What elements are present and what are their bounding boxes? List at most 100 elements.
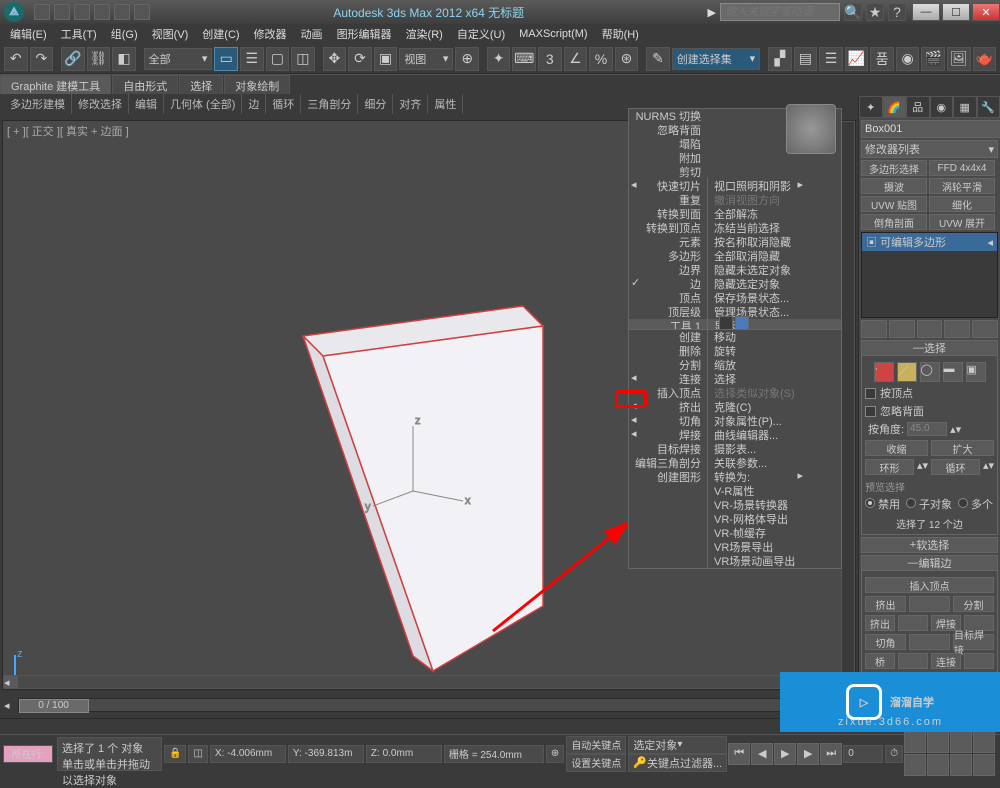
fov-icon[interactable] bbox=[973, 754, 995, 776]
maxscript-line-button[interactable]: 所在行: bbox=[3, 745, 53, 763]
stack-btn[interactable] bbox=[861, 320, 887, 338]
layers-icon[interactable]: ☰ bbox=[819, 47, 843, 71]
preset-btn[interactable]: 细化 bbox=[929, 196, 995, 212]
pan-icon[interactable] bbox=[904, 754, 926, 776]
align-icon[interactable]: ▤ bbox=[794, 47, 818, 71]
y-coord[interactable]: Y: -369.813m bbox=[288, 745, 364, 763]
modifier-list-dropdown[interactable]: 修改器列表▾ bbox=[861, 140, 998, 158]
pivot-icon[interactable]: ⊕ bbox=[455, 47, 479, 71]
time-config-icon[interactable]: ⏱ bbox=[885, 745, 903, 763]
play-icon[interactable]: ▶ bbox=[774, 743, 796, 765]
preset-btn[interactable]: 倒角剖面 bbox=[861, 214, 927, 230]
qat-btn[interactable] bbox=[134, 4, 150, 20]
bind-icon[interactable]: ◧ bbox=[112, 47, 136, 71]
checkbox-by-vertex[interactable] bbox=[865, 388, 876, 399]
ribbon-tab-graphite[interactable]: Graphite 建模工具 bbox=[0, 75, 111, 94]
rotate-icon[interactable]: ⟳ bbox=[348, 47, 372, 71]
radio-multi[interactable]: 多个 bbox=[958, 496, 993, 512]
ref-coord-dropdown[interactable]: 视图▾ bbox=[399, 48, 453, 70]
maximize-viewport-icon[interactable] bbox=[950, 754, 972, 776]
ribbon-tab-paint[interactable]: 对象绘制 bbox=[224, 75, 290, 94]
preset-btn[interactable]: 涡轮平滑 bbox=[929, 178, 995, 194]
window-crossing-icon[interactable]: ◫ bbox=[291, 47, 315, 71]
shrink-button[interactable]: 收缩 bbox=[865, 440, 928, 456]
qat-btn[interactable] bbox=[54, 4, 70, 20]
qat-btn[interactable] bbox=[94, 4, 110, 20]
ring-button[interactable]: 环形 bbox=[865, 459, 914, 475]
preset-btn[interactable]: 多边形选择 bbox=[861, 160, 927, 176]
scale-icon[interactable]: ▣ bbox=[374, 47, 398, 71]
tab-motion-icon[interactable]: ◉ bbox=[930, 96, 954, 118]
preset-btn[interactable]: UVW 贴图 bbox=[861, 196, 927, 212]
tab-modify-icon[interactable]: 🌈 bbox=[883, 96, 907, 118]
named-selection-dropdown[interactable]: 创建选择集▾ bbox=[672, 48, 760, 70]
tab-display-icon[interactable]: ▦ bbox=[953, 96, 977, 118]
menu-maxscript[interactable]: MAXScript(M) bbox=[513, 26, 593, 42]
stack-btn[interactable] bbox=[917, 320, 943, 338]
radio-subobj[interactable]: 子对象 bbox=[906, 496, 952, 512]
zoom-icon[interactable] bbox=[904, 731, 926, 753]
preset-btn[interactable]: UVW 展开 bbox=[929, 214, 995, 230]
settings-icon[interactable] bbox=[964, 653, 994, 669]
render-frame-icon[interactable]: 🖼 bbox=[947, 47, 971, 71]
link-icon[interactable]: 🔗 bbox=[61, 47, 85, 71]
loop-button[interactable]: 循环 bbox=[931, 459, 980, 475]
autokey-button[interactable]: 自动关键点 bbox=[566, 736, 626, 754]
time-tag-icon[interactable]: ⊕ bbox=[546, 745, 564, 763]
horizontal-scrollbar[interactable]: ◂▸ bbox=[3, 675, 841, 689]
select-name-icon[interactable]: ☰ bbox=[240, 47, 264, 71]
quad-item[interactable]: VR场景动画导出 bbox=[707, 553, 805, 569]
menu-animation[interactable]: 动画 bbox=[295, 24, 329, 44]
undo-icon[interactable]: ↶ bbox=[4, 47, 28, 71]
angle-snap-icon[interactable]: ∠ bbox=[564, 47, 588, 71]
quad-item[interactable]: 创建图形 bbox=[629, 469, 707, 485]
mirror-icon[interactable]: ▞ bbox=[768, 47, 792, 71]
settings-icon[interactable] bbox=[909, 634, 950, 650]
app-icon[interactable]: ⟁ bbox=[4, 2, 24, 22]
view-cube[interactable] bbox=[786, 104, 846, 164]
move-icon[interactable]: ✥ bbox=[323, 47, 347, 71]
subtab-item[interactable]: 细分 bbox=[358, 94, 393, 114]
remove-button[interactable]: 挤出 bbox=[865, 596, 906, 612]
menu-views[interactable]: 视图(V) bbox=[146, 24, 195, 44]
next-frame-icon[interactable]: ▶ bbox=[797, 743, 819, 765]
stack-btn[interactable] bbox=[944, 320, 970, 338]
info-icon[interactable]: ★ bbox=[866, 3, 884, 21]
qat-btn[interactable] bbox=[34, 4, 50, 20]
current-frame-field[interactable]: 0 bbox=[843, 745, 883, 763]
grow-button[interactable]: 扩大 bbox=[931, 440, 994, 456]
rollout-selection-header[interactable]: — 选择 bbox=[861, 340, 998, 356]
render-icon[interactable]: 🫖 bbox=[973, 47, 997, 71]
select-region-icon[interactable]: ▢ bbox=[266, 47, 290, 71]
time-slider[interactable]: ◂ 0 / 100 ▸ bbox=[0, 692, 858, 718]
subobj-edge-icon[interactable]: ／ bbox=[897, 362, 917, 382]
zoom-all-icon[interactable] bbox=[927, 731, 949, 753]
render-setup-icon[interactable]: 🎬 bbox=[921, 47, 945, 71]
ribbon-tab-freeform[interactable]: 自由形式 bbox=[112, 75, 178, 94]
help-search-input[interactable] bbox=[720, 3, 840, 21]
search-icon[interactable]: 🔍 bbox=[844, 3, 862, 21]
modifier-stack[interactable]: ▣ 可编辑多边形◂ bbox=[861, 232, 998, 318]
menu-create[interactable]: 创建(C) bbox=[196, 24, 245, 44]
snap-toggle-icon[interactable]: 3 bbox=[538, 47, 562, 71]
goto-end-icon[interactable]: ⏭ bbox=[820, 743, 842, 765]
settings-icon[interactable] bbox=[909, 596, 950, 612]
sel-key-dropdown[interactable]: 选定对象 ▾ bbox=[628, 736, 727, 754]
menu-rendering[interactable]: 渲染(R) bbox=[400, 24, 449, 44]
tab-utilities-icon[interactable]: 🔧 bbox=[977, 96, 1000, 118]
settings-icon[interactable] bbox=[898, 653, 928, 669]
z-coord[interactable]: Z: 0.0mm bbox=[366, 745, 442, 763]
zoom-extents-icon[interactable] bbox=[950, 731, 972, 753]
subtab-item[interactable]: 三角剖分 bbox=[301, 94, 358, 114]
settings-icon[interactable] bbox=[898, 615, 928, 631]
radio-off[interactable]: 禁用 bbox=[865, 496, 900, 512]
object-name-input[interactable] bbox=[861, 120, 1000, 138]
lock-selection-icon[interactable]: 🔒 bbox=[164, 745, 186, 763]
angle-spinner[interactable]: 45.0 bbox=[907, 422, 947, 436]
redo-icon[interactable]: ↷ bbox=[30, 47, 54, 71]
x-coord[interactable]: X: -4.006mm bbox=[210, 745, 286, 763]
rollout-editedge-header[interactable]: — 编辑边 bbox=[861, 555, 998, 571]
viewport-label[interactable]: [ + ][ 正交 ][ 真实 + 边面 ] bbox=[7, 123, 129, 139]
preset-btn[interactable]: FFD 4x4x4 bbox=[929, 160, 995, 176]
subtab-item[interactable]: 对齐 bbox=[393, 94, 428, 114]
